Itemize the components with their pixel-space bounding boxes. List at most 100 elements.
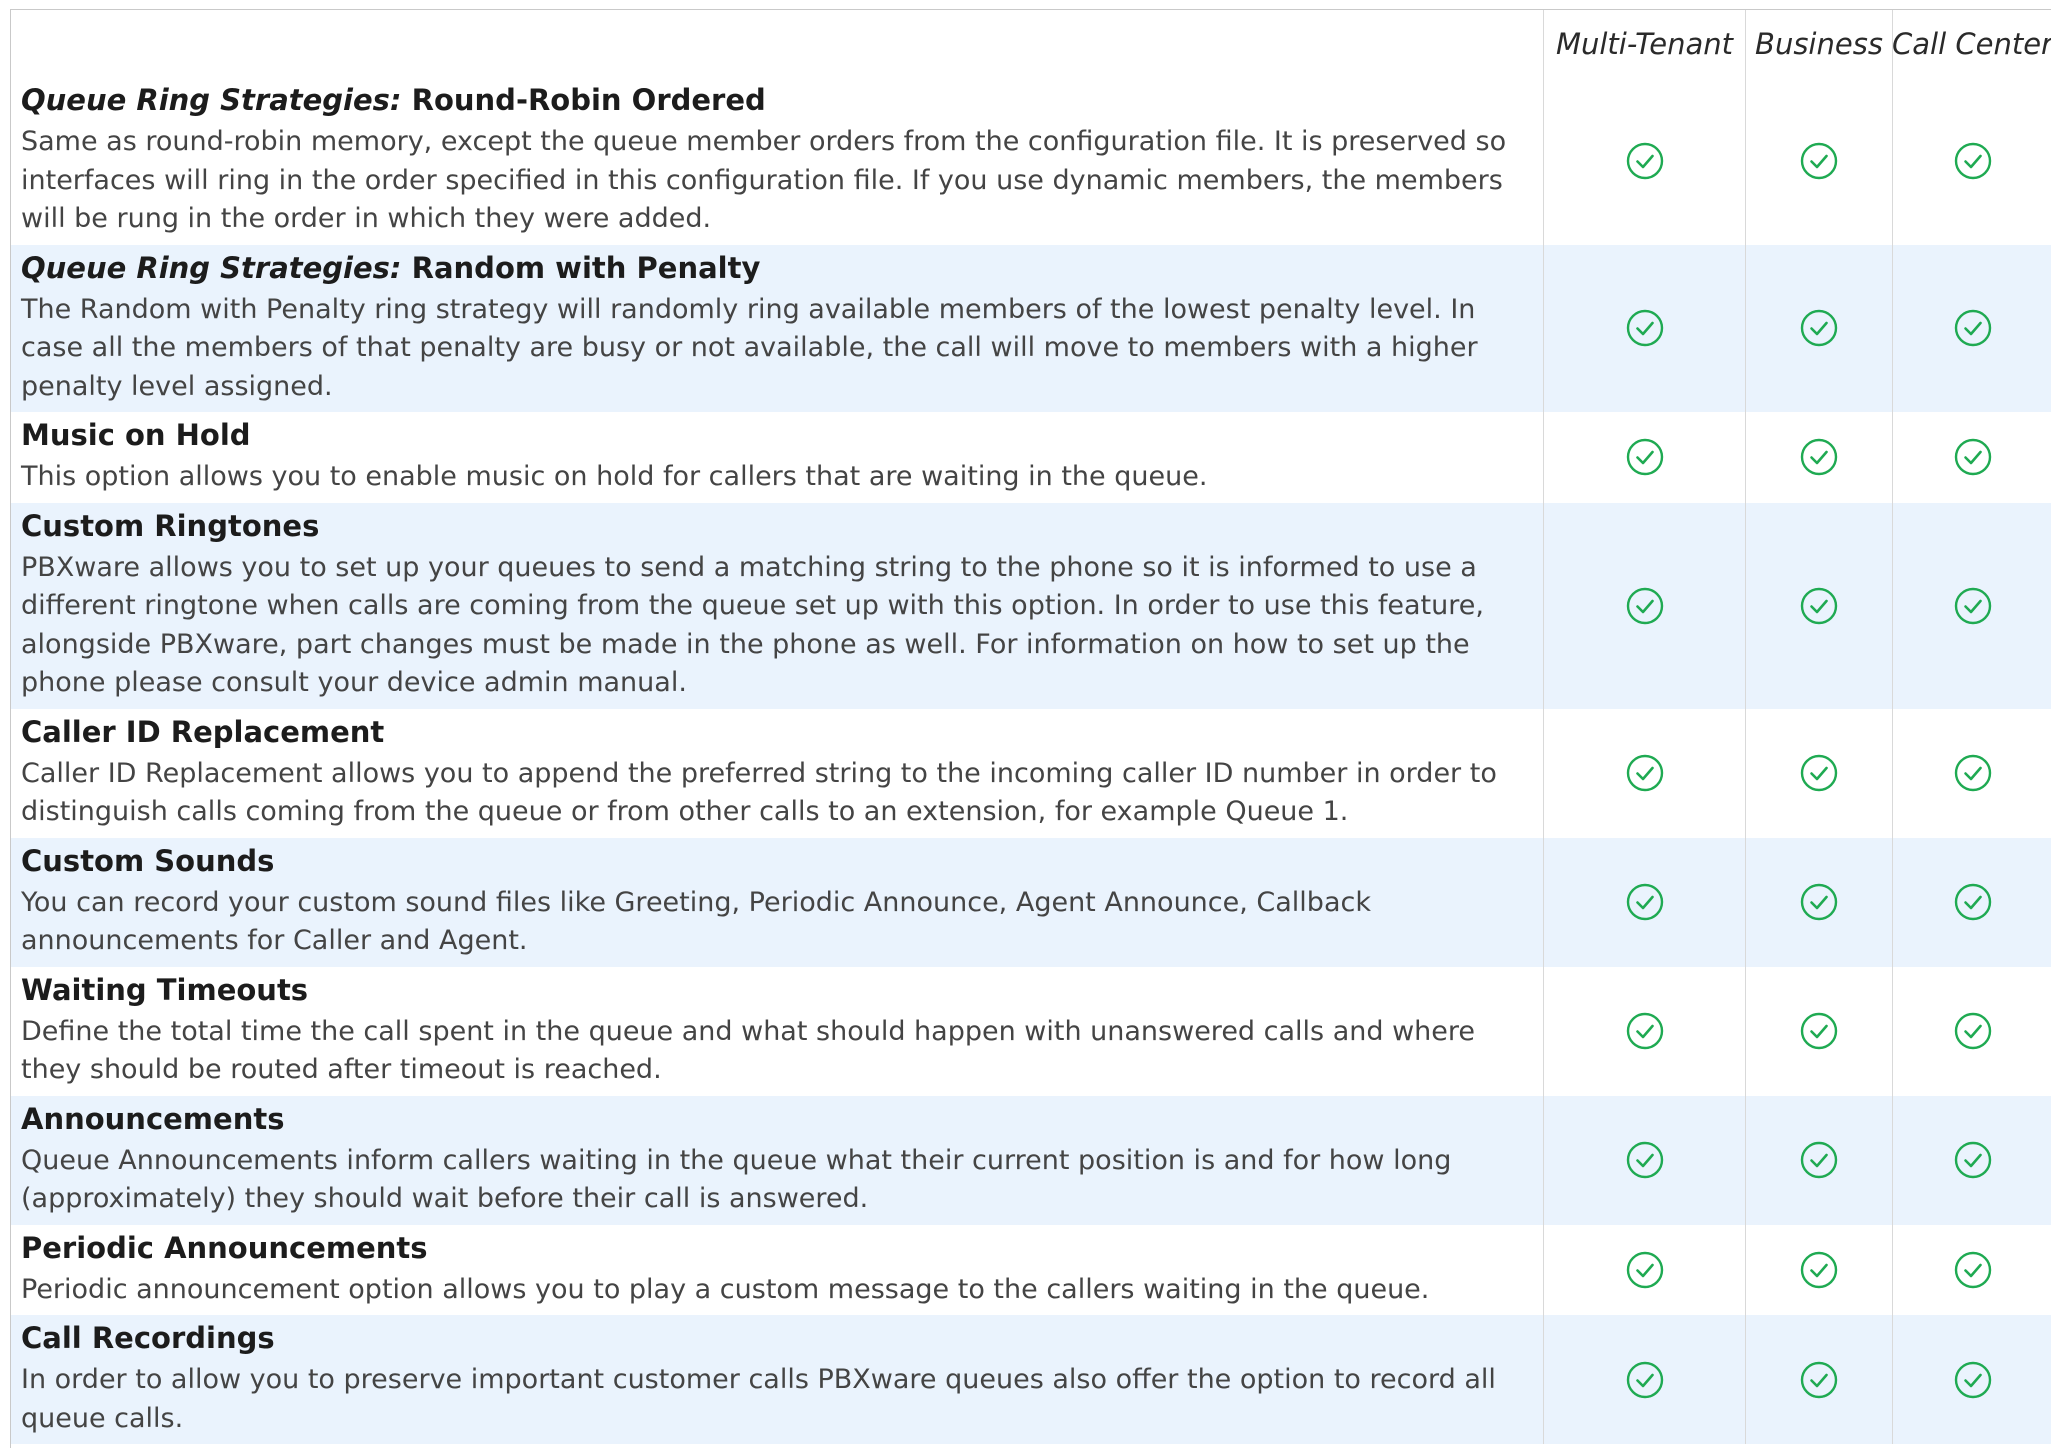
feature-title: Call Recordings (21, 1315, 1543, 1361)
check-business (1745, 837, 1892, 967)
feature-title: Caller ID Replacement (21, 709, 1543, 755)
feature-row-description: Queue Ring Strategies: Round-Robin Order… (11, 77, 1543, 245)
feature-row-description: Periodic Announcements Periodic announcem… (11, 1225, 1543, 1316)
feature-title: Queue Ring Strategies: Random with Penal… (21, 245, 1543, 291)
feature-title: Queue Ring Strategies: Round-Robin Order… (21, 77, 1543, 123)
circle-check-icon (1953, 1360, 1993, 1400)
feature-description-text: In order to allow you to preserve import… (21, 1364, 1496, 1434)
feature-comparison-table: Multi-Tenant Business Call Center Queue … (10, 9, 2051, 1448)
feature-row-description: Waiting Timeouts Define the total time th… (11, 967, 1543, 1096)
circle-check-icon (1625, 1011, 1665, 1051)
feature-description-text: Caller ID Replacement allows you to appe… (21, 757, 1497, 828)
feature-title-prefix: Queue Ring Strategies: (21, 250, 402, 285)
circle-check-icon (1799, 1140, 1839, 1180)
feature-title: Announcements (21, 1096, 1543, 1142)
feature-title: Music on Hold (21, 412, 1543, 458)
check-multi-tenant (1543, 412, 1745, 503)
circle-check-icon (1953, 437, 1993, 477)
feature-description-text: Define the total time the call spent in … (21, 1015, 1475, 1086)
check-business (1745, 502, 1892, 709)
check-call-center (1892, 77, 2051, 245)
feature-title-text: Round-Robin Ordered (411, 83, 766, 117)
check-multi-tenant (1543, 1095, 1745, 1225)
check-call-center (1892, 708, 2051, 838)
check-multi-tenant (1543, 837, 1745, 967)
check-business (1745, 1095, 1892, 1225)
circle-check-icon (1799, 141, 1839, 181)
circle-check-icon (1953, 753, 1993, 793)
check-business (1745, 1315, 1892, 1444)
circle-check-icon (1799, 1360, 1839, 1400)
check-call-center (1892, 966, 2051, 1096)
feature-title-text: Custom Ringtones (21, 508, 320, 543)
feature-title: Waiting Timeouts (21, 967, 1543, 1013)
check-call-center (1892, 837, 2051, 967)
check-multi-tenant (1543, 1315, 1745, 1444)
check-call-center (1892, 1224, 2051, 1315)
feature-title-prefix: Queue Ring Strategies: (21, 83, 402, 117)
circle-check-icon (1799, 882, 1839, 922)
feature-row-description: Announcements Queue Announcements inform … (11, 1095, 1543, 1225)
circle-check-icon (1625, 1140, 1665, 1180)
circle-check-icon (1953, 308, 1993, 348)
circle-check-icon (1799, 308, 1839, 348)
feature-title: Custom Ringtones (21, 503, 1543, 549)
circle-check-icon (1953, 586, 1993, 626)
check-multi-tenant (1543, 77, 1745, 245)
circle-check-icon (1799, 1250, 1839, 1290)
check-call-center (1892, 1095, 2051, 1225)
check-call-center (1892, 412, 2051, 503)
check-call-center (1892, 502, 2051, 709)
feature-row-description: Custom Sounds You can record your custom … (11, 837, 1543, 967)
circle-check-icon (1799, 437, 1839, 477)
circle-check-icon (1625, 753, 1665, 793)
circle-check-icon (1625, 141, 1665, 181)
feature-description-text: PBXware allows you to set up your queues… (21, 551, 1484, 699)
feature-row-description: Caller ID Replacement Caller ID Replaceme… (11, 709, 1543, 838)
header-spacer (11, 10, 1543, 77)
circle-check-icon (1953, 1011, 1993, 1051)
feature-title: Custom Sounds (21, 838, 1543, 884)
circle-check-icon (1953, 1250, 1993, 1290)
circle-check-icon (1625, 308, 1665, 348)
circle-check-icon (1799, 753, 1839, 793)
circle-check-icon (1799, 586, 1839, 626)
check-business (1745, 966, 1892, 1096)
check-business (1745, 1224, 1892, 1315)
feature-row-description: Queue Ring Strategies: Random with Penal… (11, 244, 1543, 412)
check-business (1745, 708, 1892, 838)
feature-description-text: Queue Announcements inform callers waiti… (21, 1144, 1452, 1215)
feature-title-text: Custom Sounds (21, 843, 275, 878)
feature-row-description: Custom Ringtones PBXware allows you to se… (11, 502, 1543, 709)
circle-check-icon (1953, 882, 1993, 922)
feature-title-text: Random with Penalty (411, 250, 761, 285)
circle-check-icon (1953, 141, 1993, 181)
check-call-center (1892, 1315, 2051, 1444)
feature-grid: Multi-Tenant Business Call Center Queue … (11, 10, 2051, 1444)
check-multi-tenant (1543, 502, 1745, 709)
feature-title-text: Call Recordings (21, 1321, 275, 1355)
feature-row-description: Music on Hold This option allows you to e… (11, 412, 1543, 503)
check-business (1745, 412, 1892, 503)
feature-description-text: You can record your custom sound files l… (21, 886, 1371, 957)
feature-description-text: The Random with Penalty ring strategy wi… (21, 293, 1478, 402)
check-business (1745, 244, 1892, 412)
column-header-business: Business (1745, 10, 1892, 77)
feature-row-description: Call Recordings In order to allow you to … (11, 1315, 1543, 1444)
circle-check-icon (1799, 1011, 1839, 1051)
feature-title: Periodic Announcements (21, 1225, 1543, 1271)
feature-description-text: Same as round-robin memory, except the q… (21, 126, 1507, 234)
check-multi-tenant (1543, 1224, 1745, 1315)
circle-check-icon (1625, 437, 1665, 477)
column-header-call-center: Call Center (1892, 10, 2051, 77)
feature-title-text: Caller ID Replacement (21, 714, 385, 749)
check-multi-tenant (1543, 244, 1745, 412)
feature-title-text: Music on Hold (21, 418, 251, 452)
check-business (1745, 77, 1892, 245)
circle-check-icon (1625, 1360, 1665, 1400)
check-multi-tenant (1543, 966, 1745, 1096)
circle-check-icon (1953, 1140, 1993, 1180)
circle-check-icon (1625, 586, 1665, 626)
feature-title-text: Waiting Timeouts (21, 972, 309, 1007)
feature-title-text: Periodic Announcements (21, 1230, 428, 1265)
